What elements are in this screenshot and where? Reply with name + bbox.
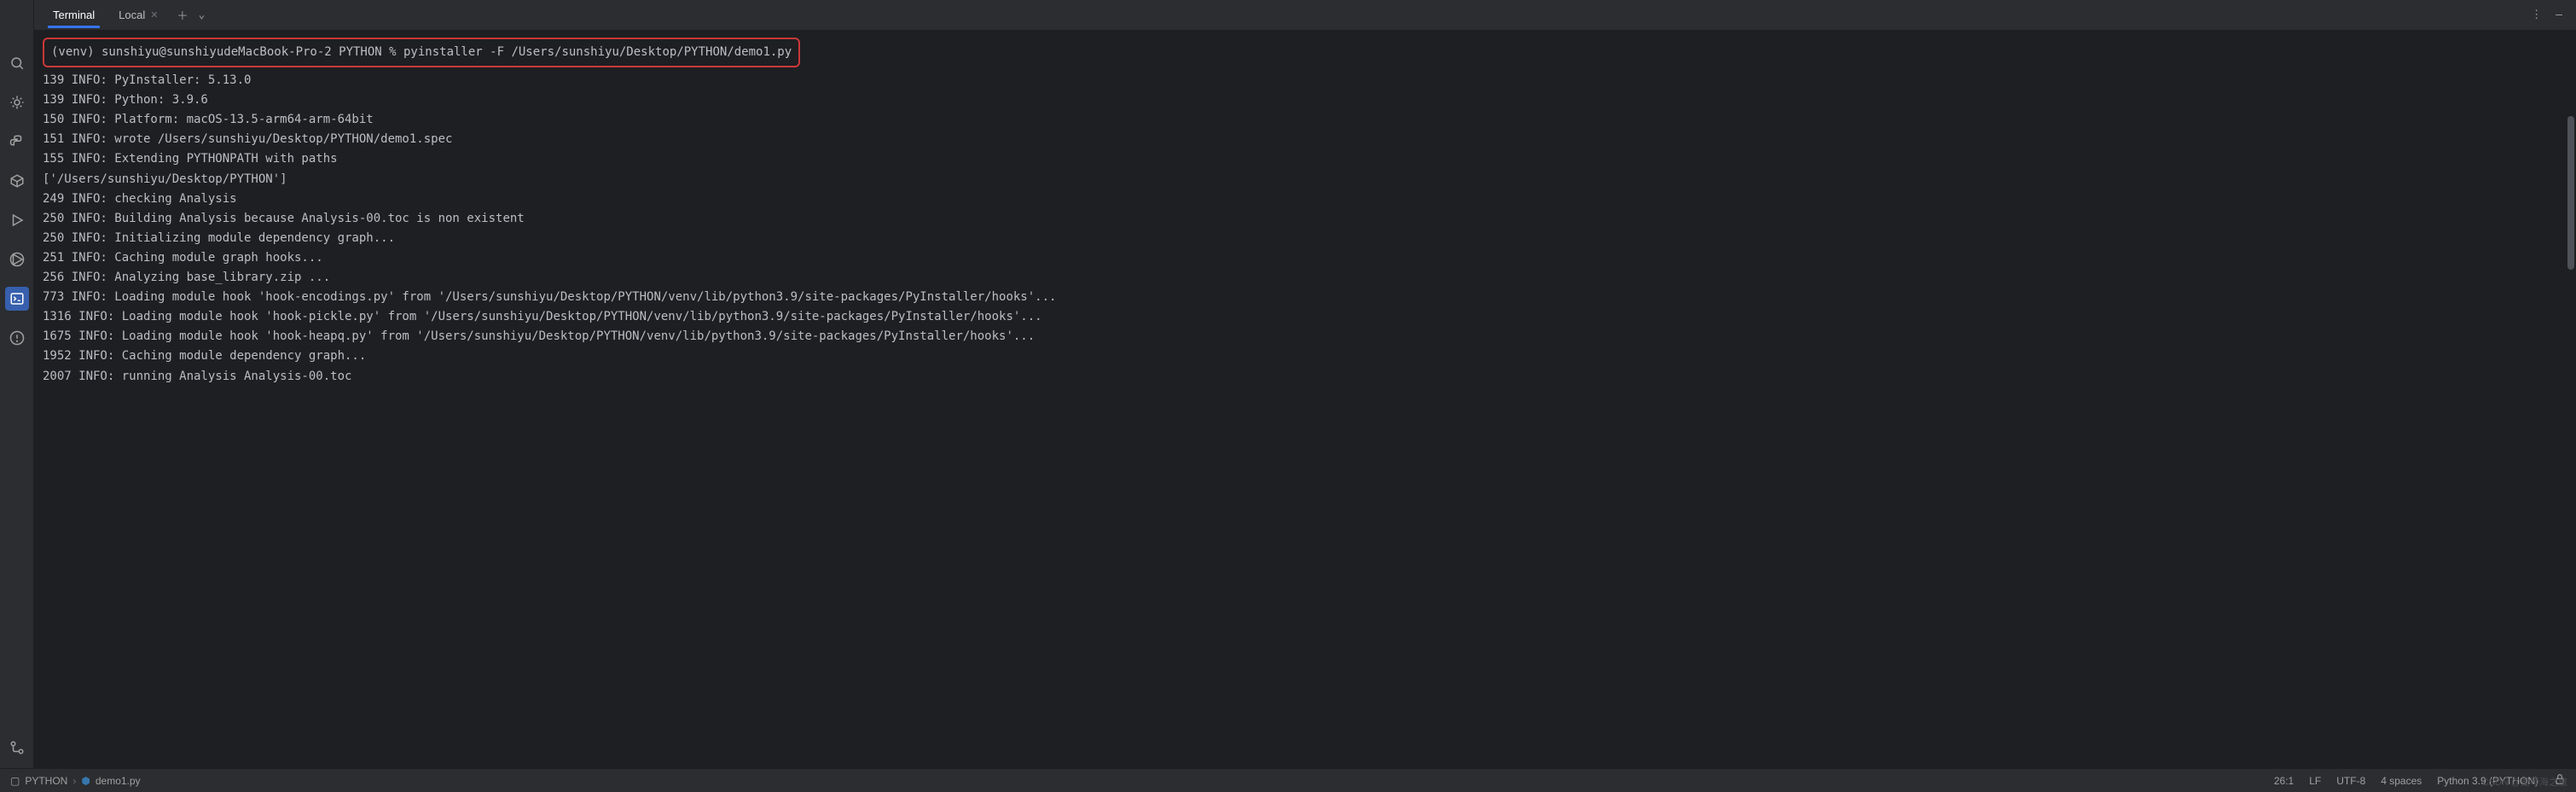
indent-setting[interactable]: 4 spaces — [2381, 775, 2422, 787]
terminal-icon[interactable] — [5, 287, 29, 311]
output-line: 251 INFO: Caching module graph hooks... — [43, 248, 2567, 268]
output-line: 250 INFO: Initializing module dependency… — [43, 229, 2567, 248]
activity-bar — [0, 0, 34, 768]
search-icon[interactable] — [5, 51, 29, 75]
output-line: 139 INFO: PyInstaller: 5.13.0 — [43, 71, 2567, 90]
scrollbar-thumb[interactable] — [2567, 116, 2574, 270]
chevron-down-icon[interactable]: ⌄ — [198, 9, 205, 21]
output-line: 249 INFO: checking Analysis — [43, 189, 2567, 209]
debug-icon[interactable] — [5, 90, 29, 114]
output-line: 1952 INFO: Caching module dependency gra… — [43, 346, 2567, 366]
breadcrumb[interactable]: ▢ PYTHON › ⬢ demo1.py — [10, 775, 141, 787]
output-line: 1316 INFO: Loading module hook 'hook-pic… — [43, 307, 2567, 327]
output-line: 139 INFO: Python: 3.9.6 — [43, 90, 2567, 110]
breadcrumb-project: PYTHON — [25, 775, 67, 787]
output-line: 250 INFO: Building Analysis because Anal… — [43, 209, 2567, 229]
output-line: 773 INFO: Loading module hook 'hook-enco… — [43, 288, 2567, 307]
cursor-position[interactable]: 26:1 — [2274, 775, 2294, 787]
more-icon[interactable]: ⋮ — [2531, 9, 2542, 21]
python-file-icon: ⬢ — [81, 775, 90, 787]
terminal-content[interactable]: (venv) sunshiyu@sunshiyudeMacBook-Pro-2 … — [34, 31, 2576, 768]
close-icon[interactable]: ✕ — [150, 9, 158, 20]
command-highlight: (venv) sunshiyu@sunshiyudeMacBook-Pro-2 … — [43, 38, 800, 67]
status-bar: ▢ PYTHON › ⬢ demo1.py 26:1 LF UTF-8 4 sp… — [0, 768, 2576, 792]
output-line: 155 INFO: Extending PYTHONPATH with path… — [43, 149, 2567, 169]
output-line: 2007 INFO: running Analysis Analysis-00.… — [43, 367, 2567, 387]
tab-local[interactable]: Local ✕ — [107, 2, 170, 28]
output-line: 150 INFO: Platform: macOS-13.5-arm64-arm… — [43, 110, 2567, 130]
watermark: CSDN @爱琴海之旅 — [2482, 775, 2567, 789]
breadcrumb-file: demo1.py — [96, 775, 141, 787]
services-icon[interactable] — [5, 248, 29, 271]
tab-local-label: Local — [119, 9, 145, 21]
tab-terminal[interactable]: Terminal — [41, 2, 107, 28]
tab-actions: ＋ ⌄ — [170, 7, 205, 23]
terminal-panel: Terminal Local ✕ ＋ ⌄ ⋮ — (venv) sunshiyu… — [34, 0, 2576, 768]
problems-icon[interactable] — [5, 326, 29, 350]
encoding[interactable]: UTF-8 — [2336, 775, 2365, 787]
output-line: 1675 INFO: Loading module hook 'hook-hea… — [43, 327, 2567, 346]
minimize-icon[interactable]: — — [2556, 9, 2562, 21]
packages-icon[interactable] — [5, 169, 29, 193]
command-line: (venv) sunshiyu@sunshiyudeMacBook-Pro-2 … — [51, 43, 792, 62]
output-line: ['/Users/sunshiyu/Desktop/PYTHON'] — [43, 170, 2567, 189]
new-tab-icon[interactable]: ＋ — [177, 7, 188, 23]
python-console-icon[interactable] — [5, 130, 29, 154]
output-line: 256 INFO: Analyzing base_library.zip ... — [43, 268, 2567, 288]
output-line: 151 INFO: wrote /Users/sunshiyu/Desktop/… — [43, 130, 2567, 149]
run-icon[interactable] — [5, 208, 29, 232]
line-ending[interactable]: LF — [2309, 775, 2321, 787]
vcs-icon[interactable] — [5, 736, 29, 760]
chevron-right-icon: › — [73, 775, 76, 787]
folder-icon: ▢ — [10, 775, 20, 787]
terminal-tabs: Terminal Local ✕ ＋ ⌄ ⋮ — — [34, 0, 2576, 31]
